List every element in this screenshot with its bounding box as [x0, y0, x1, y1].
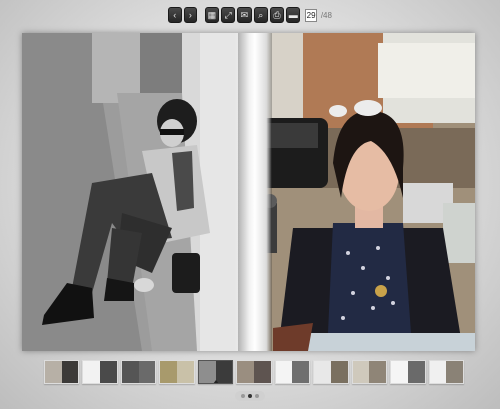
thumbnail-left-page: [391, 361, 408, 383]
thumbnail-right-page: [138, 361, 156, 383]
thumbnail-right-page: [292, 361, 310, 383]
thumbnail-strip: [44, 360, 464, 388]
pager-dot[interactable]: [248, 394, 252, 398]
page-thumbnail[interactable]: [428, 360, 464, 384]
envelope-icon: ✉: [240, 9, 249, 20]
page-thumbnail[interactable]: [351, 360, 388, 384]
chevron-left-icon: ‹: [173, 9, 177, 20]
thumbnail-right-page: [254, 361, 271, 383]
page-thumbnail[interactable]: [82, 360, 118, 384]
thumbnail-left-page: [45, 361, 62, 383]
viewer-toolbar: ‹ › ▦ ⤢ ✉ ⌕ ⎙ ▬ 29/48: [168, 6, 332, 24]
page-thumbnail[interactable]: [274, 360, 311, 384]
thumbnail-left-page: [121, 361, 139, 383]
thumbnail-pager: [235, 391, 265, 401]
thumbnail-right-page: [61, 361, 79, 383]
printer-icon: ⎙: [273, 9, 281, 20]
page-number-input[interactable]: 29: [305, 8, 317, 22]
zoom-button[interactable]: ⌕: [253, 7, 268, 23]
print-button[interactable]: ⎙: [269, 7, 285, 23]
pager-dot[interactable]: [255, 394, 259, 398]
thumbnail-left-page: [160, 361, 178, 383]
left-page-photo: [22, 33, 253, 351]
chevron-right-icon: ›: [188, 9, 192, 20]
grid-view-button[interactable]: ▦: [204, 7, 220, 23]
page-thumbnail[interactable]: [44, 360, 80, 384]
thumbnail-right-page: [177, 361, 194, 383]
page-thumbnail[interactable]: [236, 360, 272, 384]
woman-sitting-on-sidewalk-photo: [22, 33, 253, 351]
expand-icon: ⤢: [224, 9, 232, 20]
email-button[interactable]: ✉: [237, 7, 252, 23]
fullscreen-button[interactable]: ⤢: [221, 7, 236, 23]
book-spine: [234, 33, 272, 351]
thumbnail-left-page: [237, 361, 254, 383]
page-total-label: /48: [320, 10, 332, 20]
book-spread[interactable]: [22, 33, 475, 351]
page-thumbnail[interactable]: [313, 360, 349, 384]
page-thumbnail[interactable]: [390, 360, 426, 384]
page-thumbnail[interactable]: [159, 360, 195, 384]
thumbnail-left-page: [275, 361, 293, 383]
thumbnail-right-page: [369, 361, 387, 383]
page-thumbnail[interactable]: [197, 360, 234, 384]
magnifier-icon: ⌕: [258, 9, 264, 20]
thumbnail-right-page: [100, 361, 117, 383]
thumbnail-left-page: [429, 361, 447, 383]
woman-portrait-cafe-photo: [253, 33, 475, 351]
thumbnail-right-page: [446, 361, 463, 383]
next-page-button[interactable]: ›: [183, 7, 198, 23]
page-thumbnail[interactable]: [120, 360, 157, 384]
thumbnail-left-page: [83, 361, 101, 383]
pager-dot[interactable]: [241, 394, 245, 398]
grid-icon: ▦: [207, 9, 217, 20]
prev-page-button[interactable]: ‹: [168, 7, 182, 23]
current-page-caret-icon: [212, 380, 219, 383]
thumbnail-right-page: [330, 361, 348, 383]
thumbnail-left-page: [352, 361, 370, 383]
right-page-photo: [253, 33, 475, 351]
folder-button[interactable]: ▬: [286, 7, 301, 23]
thumbnail-left-page: [314, 361, 331, 383]
folder-icon: ▬: [288, 9, 298, 20]
thumbnail-right-page: [407, 361, 425, 383]
